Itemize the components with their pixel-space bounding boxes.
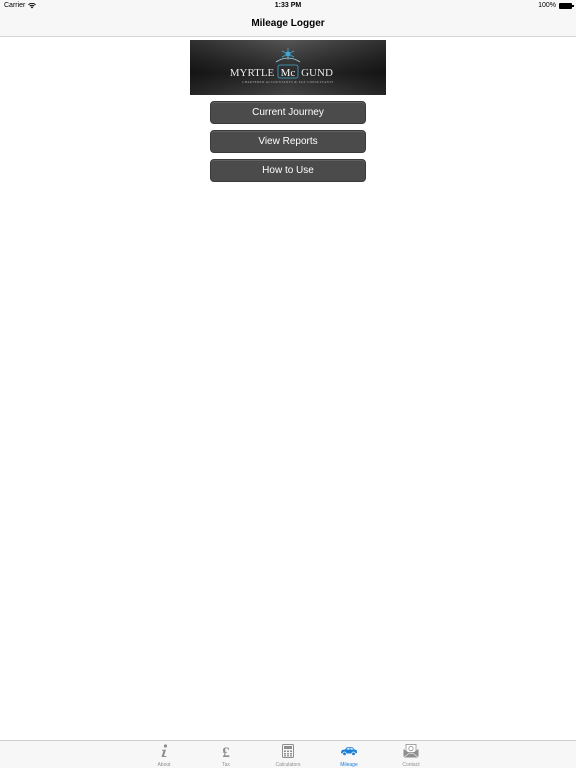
logo-text-mid: Mc xyxy=(281,67,296,79)
current-journey-button[interactable]: Current Journey xyxy=(210,101,366,124)
tab-contact[interactable]: Contact xyxy=(386,741,436,768)
battery-icon xyxy=(559,2,574,9)
logo-tagline: CHARTERED ACCOUNTANTS & TAX CONSULTANTS xyxy=(242,80,334,84)
how-to-use-button[interactable]: How to Use xyxy=(210,159,366,182)
tab-tax-label: Tax xyxy=(222,762,230,768)
page-title: Mileage Logger xyxy=(251,18,325,29)
battery-percent: 100% xyxy=(538,2,556,9)
tab-about-label: About xyxy=(157,762,171,768)
car-icon xyxy=(340,743,358,759)
tab-calculators[interactable]: Calculators xyxy=(263,741,313,768)
envelope-icon xyxy=(402,743,420,759)
logo-text-right: GUND xyxy=(301,67,333,79)
view-reports-label: View Reports xyxy=(258,136,318,147)
status-right: 100% xyxy=(538,2,574,9)
tab-tax[interactable]: £ Tax xyxy=(201,741,251,768)
tab-mileage-label: Mileage xyxy=(340,762,358,768)
logo-graphic: MYRTLE Mc GUND CHARTERED ACCOUNTANTS & T… xyxy=(230,48,334,84)
tab-mileage[interactable]: Mileage xyxy=(324,741,374,768)
pound-icon: £ xyxy=(217,743,235,759)
logo-text-left: MYRTLE xyxy=(230,67,275,79)
how-to-use-label: How to Use xyxy=(262,165,314,176)
tab-calculators-label: Calculators xyxy=(275,762,301,768)
tab-about[interactable]: About xyxy=(139,741,189,768)
calculator-icon xyxy=(279,743,297,759)
status-time: 1:33 PM xyxy=(274,2,302,9)
view-reports-button[interactable]: View Reports xyxy=(210,130,366,153)
company-logo: MYRTLE Mc GUND CHARTERED ACCOUNTANTS & T… xyxy=(190,40,386,95)
tab-bar: About £ Tax Calculators Mileage Contact xyxy=(0,740,576,768)
svg-text:£: £ xyxy=(222,745,230,759)
tab-contact-label: Contact xyxy=(402,762,420,768)
navigation-bar: Mileage Logger xyxy=(0,12,576,37)
logo-emblem xyxy=(275,48,301,63)
status-bar: Carrier 1:33 PM 100% xyxy=(0,0,576,12)
current-journey-label: Current Journey xyxy=(252,107,324,118)
info-icon xyxy=(155,743,173,759)
